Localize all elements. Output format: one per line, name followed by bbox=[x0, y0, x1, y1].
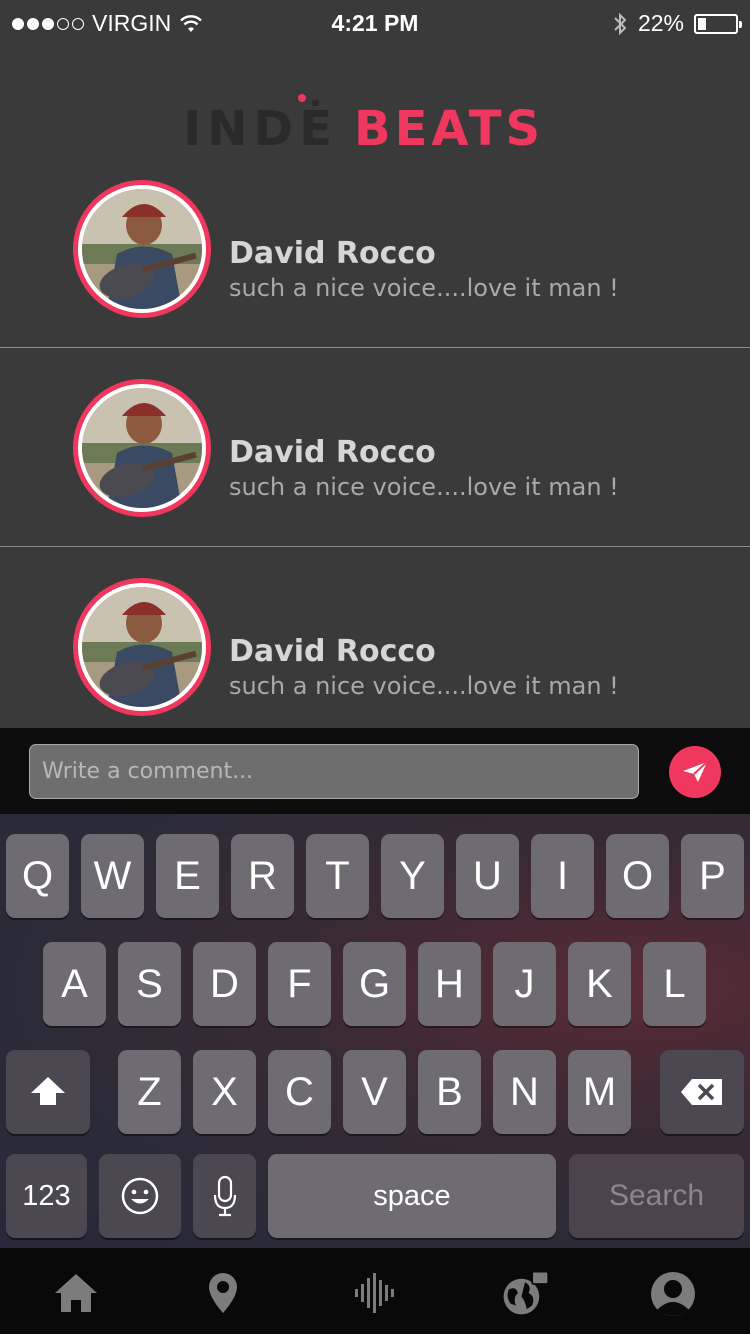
status-right: 22% bbox=[612, 10, 742, 37]
avatar-photo bbox=[82, 587, 202, 707]
search-key[interactable]: Search bbox=[569, 1154, 744, 1238]
avatar-photo bbox=[82, 189, 202, 309]
key-d[interactable]: D bbox=[193, 942, 256, 1026]
battery-icon bbox=[694, 13, 742, 34]
tab-profile[interactable] bbox=[648, 1268, 698, 1318]
battery-percent: 22% bbox=[637, 10, 684, 36]
key-m[interactable]: M bbox=[568, 1050, 631, 1134]
key-z[interactable]: Z bbox=[118, 1050, 181, 1134]
key-b[interactable]: B bbox=[418, 1050, 481, 1134]
comment-author: David Rocco bbox=[229, 236, 436, 271]
numbers-key[interactable]: 123 bbox=[6, 1154, 87, 1238]
tab-location[interactable] bbox=[198, 1268, 248, 1318]
key-g[interactable]: G bbox=[343, 942, 406, 1026]
comment-item[interactable]: David Rocco such a nice voice....love it… bbox=[0, 349, 750, 547]
send-icon bbox=[683, 761, 708, 782]
key-j[interactable]: J bbox=[493, 942, 556, 1026]
comment-author: David Rocco bbox=[229, 435, 436, 470]
comment-bar bbox=[0, 728, 750, 814]
key-t[interactable]: T bbox=[306, 834, 369, 918]
emoji-icon bbox=[121, 1177, 159, 1215]
backspace-icon bbox=[681, 1079, 722, 1105]
key-q[interactable]: Q bbox=[6, 834, 69, 918]
avatar[interactable] bbox=[73, 578, 211, 716]
comment-text: such a nice voice....love it man ! bbox=[229, 274, 619, 302]
key-e[interactable]: E bbox=[156, 834, 219, 918]
tab-bar bbox=[0, 1248, 750, 1334]
tab-home[interactable] bbox=[51, 1268, 101, 1318]
bluetooth-icon bbox=[614, 12, 627, 35]
tab-music[interactable] bbox=[351, 1268, 401, 1318]
send-button[interactable] bbox=[669, 746, 721, 798]
shift-icon bbox=[31, 1077, 65, 1105]
key-n[interactable]: N bbox=[493, 1050, 556, 1134]
screen: VIRGIN 4:21 PM 22% INDĖ BEATS David Rocc… bbox=[0, 0, 750, 1334]
key-o[interactable]: O bbox=[606, 834, 669, 918]
home-icon bbox=[55, 1274, 97, 1312]
comment-author: David Rocco bbox=[229, 634, 436, 669]
key-u[interactable]: U bbox=[456, 834, 519, 918]
key-f[interactable]: F bbox=[268, 942, 331, 1026]
audio-wave-icon bbox=[355, 1273, 394, 1313]
key-c[interactable]: C bbox=[268, 1050, 331, 1134]
key-p[interactable]: P bbox=[681, 834, 744, 918]
keyboard: Q W E R T Y U I O P A S D F G H J K L Z … bbox=[0, 814, 750, 1248]
avatar-photo bbox=[82, 388, 202, 508]
logo-inde: INDĖ bbox=[183, 100, 338, 157]
microphone-icon bbox=[213, 1175, 236, 1217]
key-x[interactable]: X bbox=[193, 1050, 256, 1134]
key-y[interactable]: Y bbox=[381, 834, 444, 918]
comment-text: such a nice voice....love it man ! bbox=[229, 473, 619, 501]
status-bar: VIRGIN 4:21 PM 22% bbox=[0, 0, 750, 48]
key-l[interactable]: L bbox=[643, 942, 706, 1026]
comment-text: such a nice voice....love it man ! bbox=[229, 672, 619, 700]
emoji-key[interactable] bbox=[99, 1154, 181, 1238]
comment-item[interactable]: David Rocco such a nice voice....love it… bbox=[0, 548, 750, 746]
avatar[interactable] bbox=[73, 180, 211, 318]
key-i[interactable]: I bbox=[531, 834, 594, 918]
comment-input[interactable] bbox=[29, 744, 639, 799]
key-v[interactable]: V bbox=[343, 1050, 406, 1134]
logo-beats: BEATS bbox=[354, 101, 544, 157]
microphone-key[interactable] bbox=[193, 1154, 256, 1238]
comment-item[interactable]: David Rocco such a nice voice....love it… bbox=[0, 150, 750, 348]
space-key[interactable]: space bbox=[268, 1154, 556, 1238]
tab-world[interactable] bbox=[500, 1268, 550, 1318]
key-a[interactable]: A bbox=[43, 942, 106, 1026]
globe-chat-icon bbox=[503, 1270, 550, 1315]
backspace-key[interactable] bbox=[660, 1050, 744, 1134]
key-s[interactable]: S bbox=[118, 942, 181, 1026]
key-r[interactable]: R bbox=[231, 834, 294, 918]
key-h[interactable]: H bbox=[418, 942, 481, 1026]
shift-key[interactable] bbox=[6, 1050, 90, 1134]
key-k[interactable]: K bbox=[568, 942, 631, 1026]
key-w[interactable]: W bbox=[81, 834, 144, 918]
avatar[interactable] bbox=[73, 379, 211, 517]
location-pin-icon bbox=[209, 1273, 237, 1313]
profile-icon bbox=[651, 1272, 695, 1316]
